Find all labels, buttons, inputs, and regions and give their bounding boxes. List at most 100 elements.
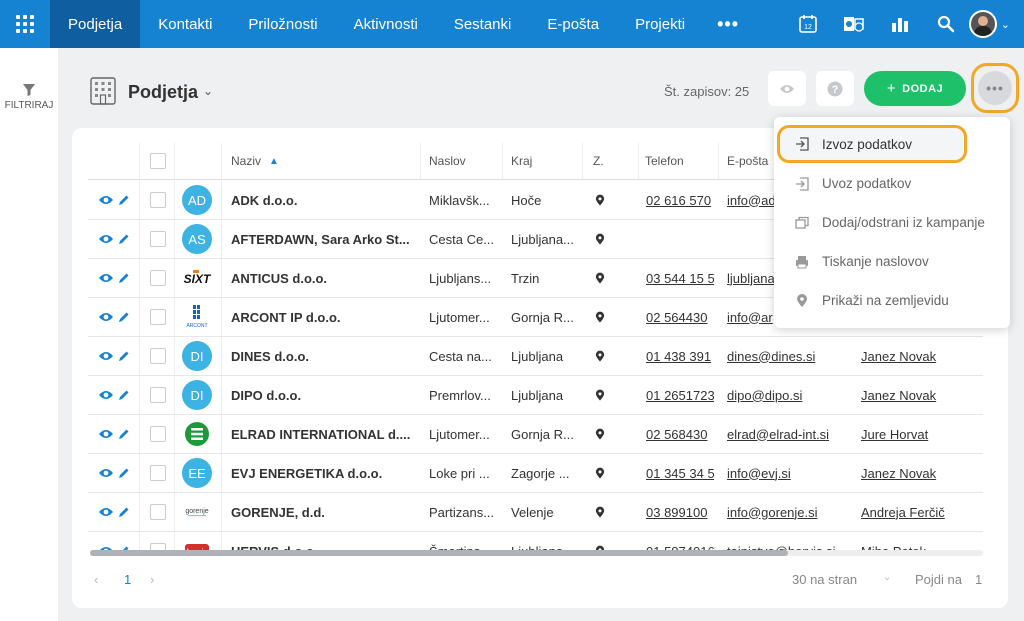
table-row[interactable]: DI DIPO d.o.o. Premrlov... Ljubljana 01 2651… — [88, 376, 983, 415]
table-row[interactable]: ELRAD INTERNATIONAL d.... Ljutomer... Gorn… — [88, 415, 983, 454]
row-checkbox[interactable] — [150, 220, 170, 258]
view-row-icon[interactable] — [98, 337, 116, 375]
apps-grid-icon[interactable] — [0, 0, 50, 48]
row-checkbox[interactable] — [150, 376, 170, 414]
edit-row-icon[interactable] — [118, 298, 132, 336]
company-owner[interactable]: Janez Novak — [861, 337, 981, 375]
company-owner[interactable]: Jure Horvat — [861, 415, 981, 453]
company-owner[interactable]: Janez Novak — [861, 376, 981, 414]
company-email[interactable]: info@gorenje.si — [727, 493, 852, 531]
row-checkbox[interactable] — [150, 181, 170, 219]
map-pin-icon[interactable] — [595, 181, 609, 219]
edit-row-icon[interactable] — [118, 220, 132, 258]
header-telefon[interactable]: Telefon — [645, 143, 715, 179]
company-name[interactable]: DIPO d.o.o. — [231, 376, 416, 414]
company-phone[interactable]: 03 544 15 5 — [646, 259, 714, 297]
edit-row-icon[interactable] — [118, 376, 132, 414]
table-row[interactable]: DI DINES d.o.o. Cesta na... Ljubljana 01 438… — [88, 337, 983, 376]
company-phone[interactable]: 01 438 391 — [646, 337, 714, 375]
company-email[interactable]: dines@dines.si — [727, 337, 852, 375]
menu-item-export[interactable]: Izvoz podatkov — [777, 125, 967, 163]
view-button[interactable] — [768, 71, 806, 106]
view-row-icon[interactable] — [98, 220, 116, 258]
company-phone[interactable] — [646, 220, 714, 258]
company-phone[interactable]: 02 616 570 — [646, 181, 714, 219]
header-kraj[interactable]: Kraj — [511, 143, 581, 179]
menu-item-print[interactable]: Tiskanje naslovov — [774, 242, 1010, 281]
header-z[interactable]: Z. — [593, 143, 633, 179]
row-checkbox[interactable] — [150, 337, 170, 375]
sort-icon[interactable]: ▲ — [269, 156, 279, 167]
reports-chart-icon[interactable] — [877, 0, 923, 48]
prev-page-button[interactable]: ‹ — [94, 572, 98, 587]
menu-item-map[interactable]: Prikaži na zemljevidu — [774, 281, 1010, 320]
view-row-icon[interactable] — [98, 376, 116, 414]
map-pin-icon[interactable] — [595, 376, 609, 414]
menu-item-campaign[interactable]: Dodaj/odstrani iz kampanje — [774, 203, 1010, 242]
company-name[interactable]: ELRAD INTERNATIONAL d.... — [231, 415, 416, 453]
chevron-down-icon[interactable]: ⌄ — [1001, 18, 1010, 31]
view-row-icon[interactable] — [98, 493, 116, 531]
page-title[interactable]: Podjetja — [128, 82, 198, 103]
map-pin-icon[interactable] — [595, 454, 609, 492]
nav-priloznosti[interactable]: Priložnosti — [230, 0, 335, 48]
edit-row-icon[interactable] — [118, 493, 132, 531]
header-naslov[interactable]: Naslov — [429, 143, 499, 179]
nav-kontakti[interactable]: Kontakti — [140, 0, 230, 48]
goto-page-input[interactable]: 1 — [975, 572, 982, 587]
nav-podjetja[interactable]: Podjetja — [50, 0, 141, 48]
edit-row-icon[interactable] — [118, 259, 132, 297]
outlook-icon[interactable] — [831, 0, 877, 48]
user-avatar[interactable] — [968, 10, 997, 38]
row-checkbox[interactable] — [150, 415, 170, 453]
nav-projekti[interactable]: Projekti — [617, 0, 703, 48]
current-page[interactable]: 1 — [124, 572, 131, 587]
map-pin-icon[interactable] — [595, 415, 609, 453]
calendar-icon[interactable]: 12 — [785, 0, 831, 48]
map-pin-icon[interactable] — [595, 259, 609, 297]
row-checkbox[interactable] — [150, 259, 170, 297]
nav-aktivnosti[interactable]: Aktivnosti — [336, 0, 436, 48]
per-page-chevron-icon[interactable]: ⌄ — [883, 572, 891, 583]
next-page-button[interactable]: › — [150, 572, 154, 587]
map-pin-icon[interactable] — [595, 298, 609, 336]
company-email[interactable]: elrad@elrad-int.si — [727, 415, 852, 453]
header-naziv[interactable]: Naziv ▲ — [231, 143, 411, 179]
company-phone[interactable]: 02 564430 — [646, 298, 714, 336]
menu-item-import[interactable]: Uvoz podatkov — [774, 164, 1010, 203]
company-phone[interactable]: 03 899100 — [646, 493, 714, 531]
nav-sestanki[interactable]: Sestanki — [436, 0, 530, 48]
company-name[interactable]: EVJ ENERGETIKA d.o.o. — [231, 454, 416, 492]
company-owner[interactable]: Janez Novak — [861, 454, 981, 492]
table-row[interactable]: gorenje GORENJE, d.d. Partizans... Velenje 0… — [88, 493, 983, 532]
edit-row-icon[interactable] — [118, 454, 132, 492]
view-row-icon[interactable] — [98, 298, 116, 336]
company-name[interactable]: AFTERDAWN, Sara Arko St... — [231, 220, 416, 258]
company-name[interactable]: ANTICUS d.o.o. — [231, 259, 416, 297]
scrollbar-thumb[interactable] — [90, 550, 788, 556]
map-pin-icon[interactable] — [595, 220, 609, 258]
horizontal-scrollbar[interactable] — [90, 550, 983, 556]
select-all-checkbox[interactable] — [150, 143, 170, 179]
company-name[interactable]: ARCONT IP d.o.o. — [231, 298, 416, 336]
company-name[interactable]: DINES d.o.o. — [231, 337, 416, 375]
company-owner[interactable]: Andreja Ferčič — [861, 493, 981, 531]
more-actions-button[interactable]: ••• — [971, 63, 1019, 113]
search-icon[interactable] — [923, 0, 969, 48]
nav-more-button[interactable]: ••• — [703, 0, 753, 48]
view-row-icon[interactable] — [98, 454, 116, 492]
company-phone[interactable]: 01 2651723 — [646, 376, 714, 414]
company-email[interactable]: info@evj.si — [727, 454, 852, 492]
view-row-icon[interactable] — [98, 415, 116, 453]
nav-eposta[interactable]: E-pošta — [529, 0, 617, 48]
view-row-icon[interactable] — [98, 181, 116, 219]
company-name[interactable]: GORENJE, d.d. — [231, 493, 416, 531]
view-row-icon[interactable] — [98, 259, 116, 297]
title-chevron-down-icon[interactable]: ⌄ — [203, 84, 213, 98]
edit-row-icon[interactable] — [118, 415, 132, 453]
edit-row-icon[interactable] — [118, 337, 132, 375]
company-name[interactable]: ADK d.o.o. — [231, 181, 416, 219]
table-row[interactable]: EE EVJ ENERGETIKA d.o.o. Loke pri ... Zagor… — [88, 454, 983, 493]
help-button[interactable]: ? — [816, 71, 854, 106]
company-email[interactable]: dipo@dipo.si — [727, 376, 852, 414]
